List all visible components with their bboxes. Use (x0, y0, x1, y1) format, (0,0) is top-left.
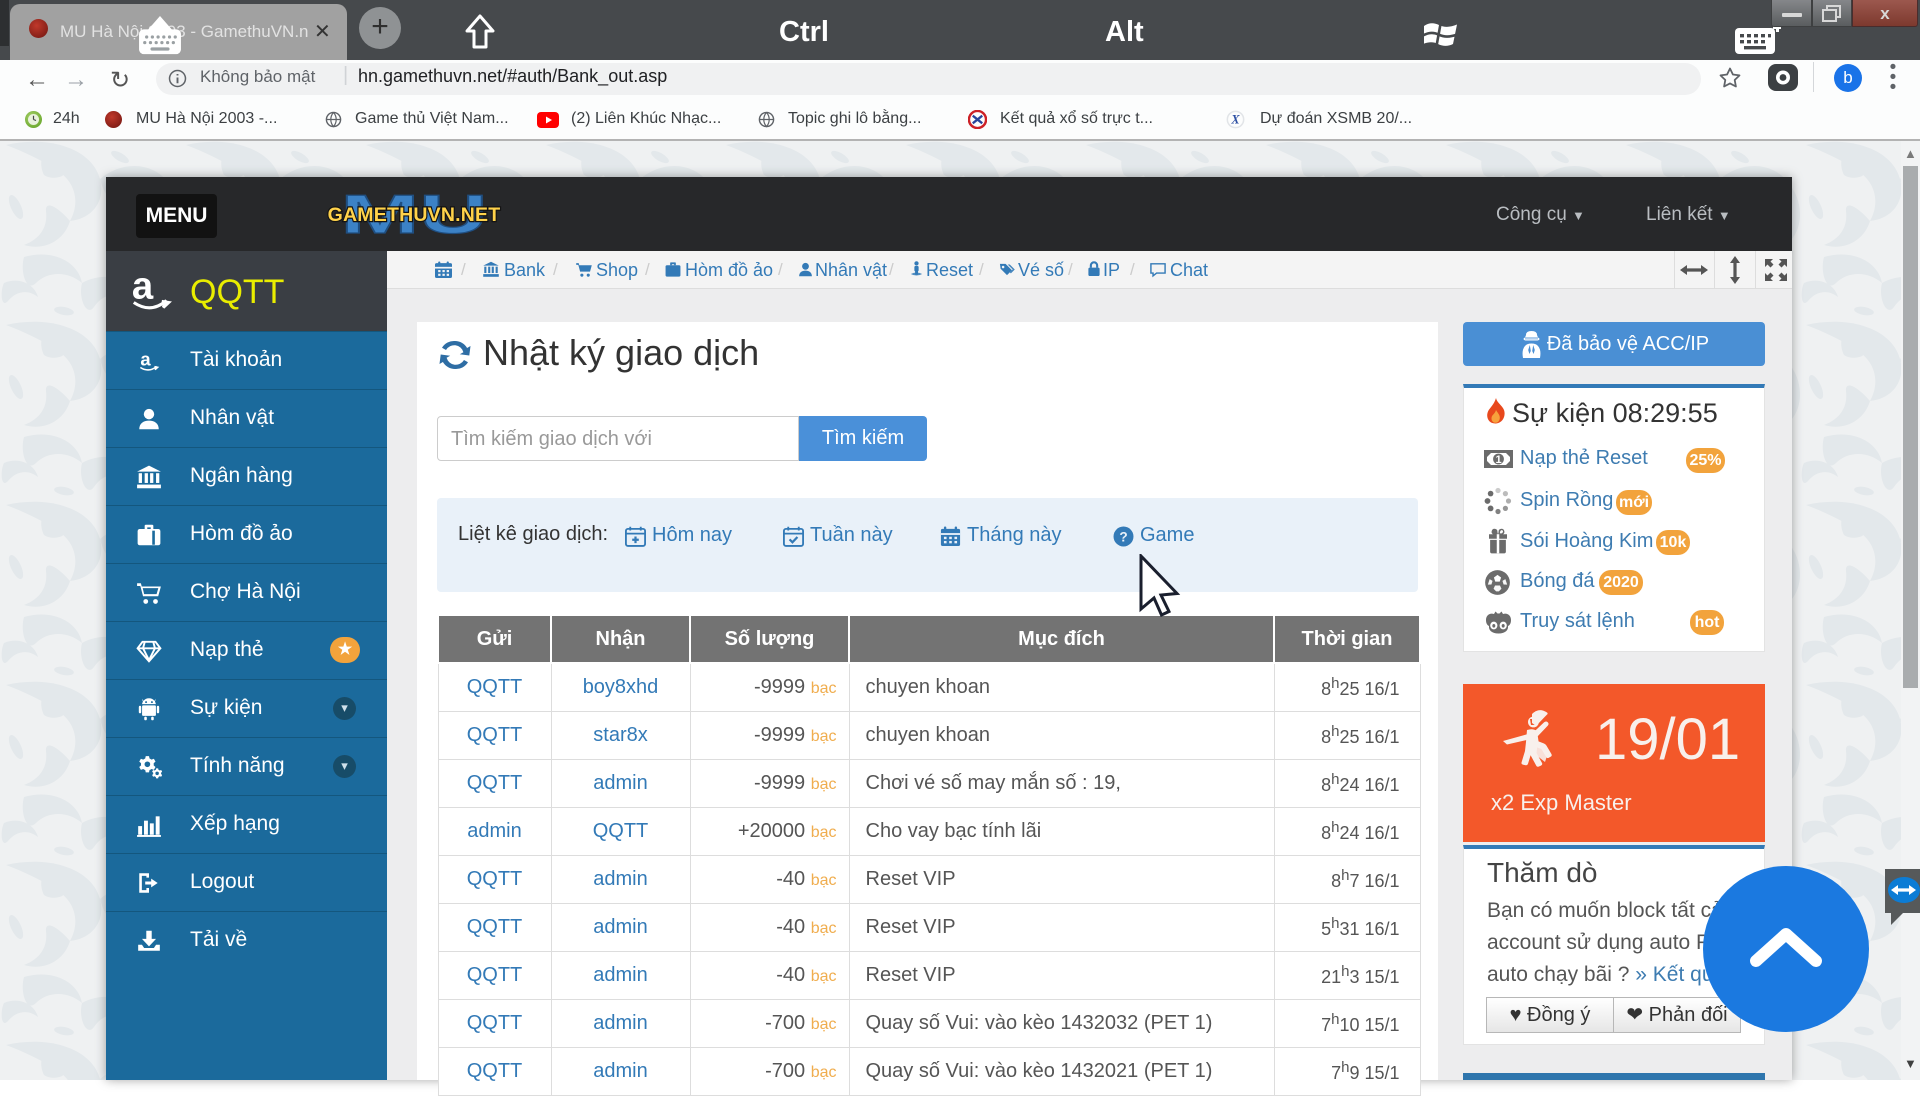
svg-text:GAMETHUVN.NET: GAMETHUVN.NET (328, 204, 501, 226)
svg-text:a: a (140, 348, 151, 369)
svg-text:X: X (1230, 113, 1240, 127)
svg-text:?: ? (1119, 529, 1127, 544)
svg-text:1: 1 (1495, 454, 1501, 466)
svg-text:a: a (132, 266, 154, 308)
